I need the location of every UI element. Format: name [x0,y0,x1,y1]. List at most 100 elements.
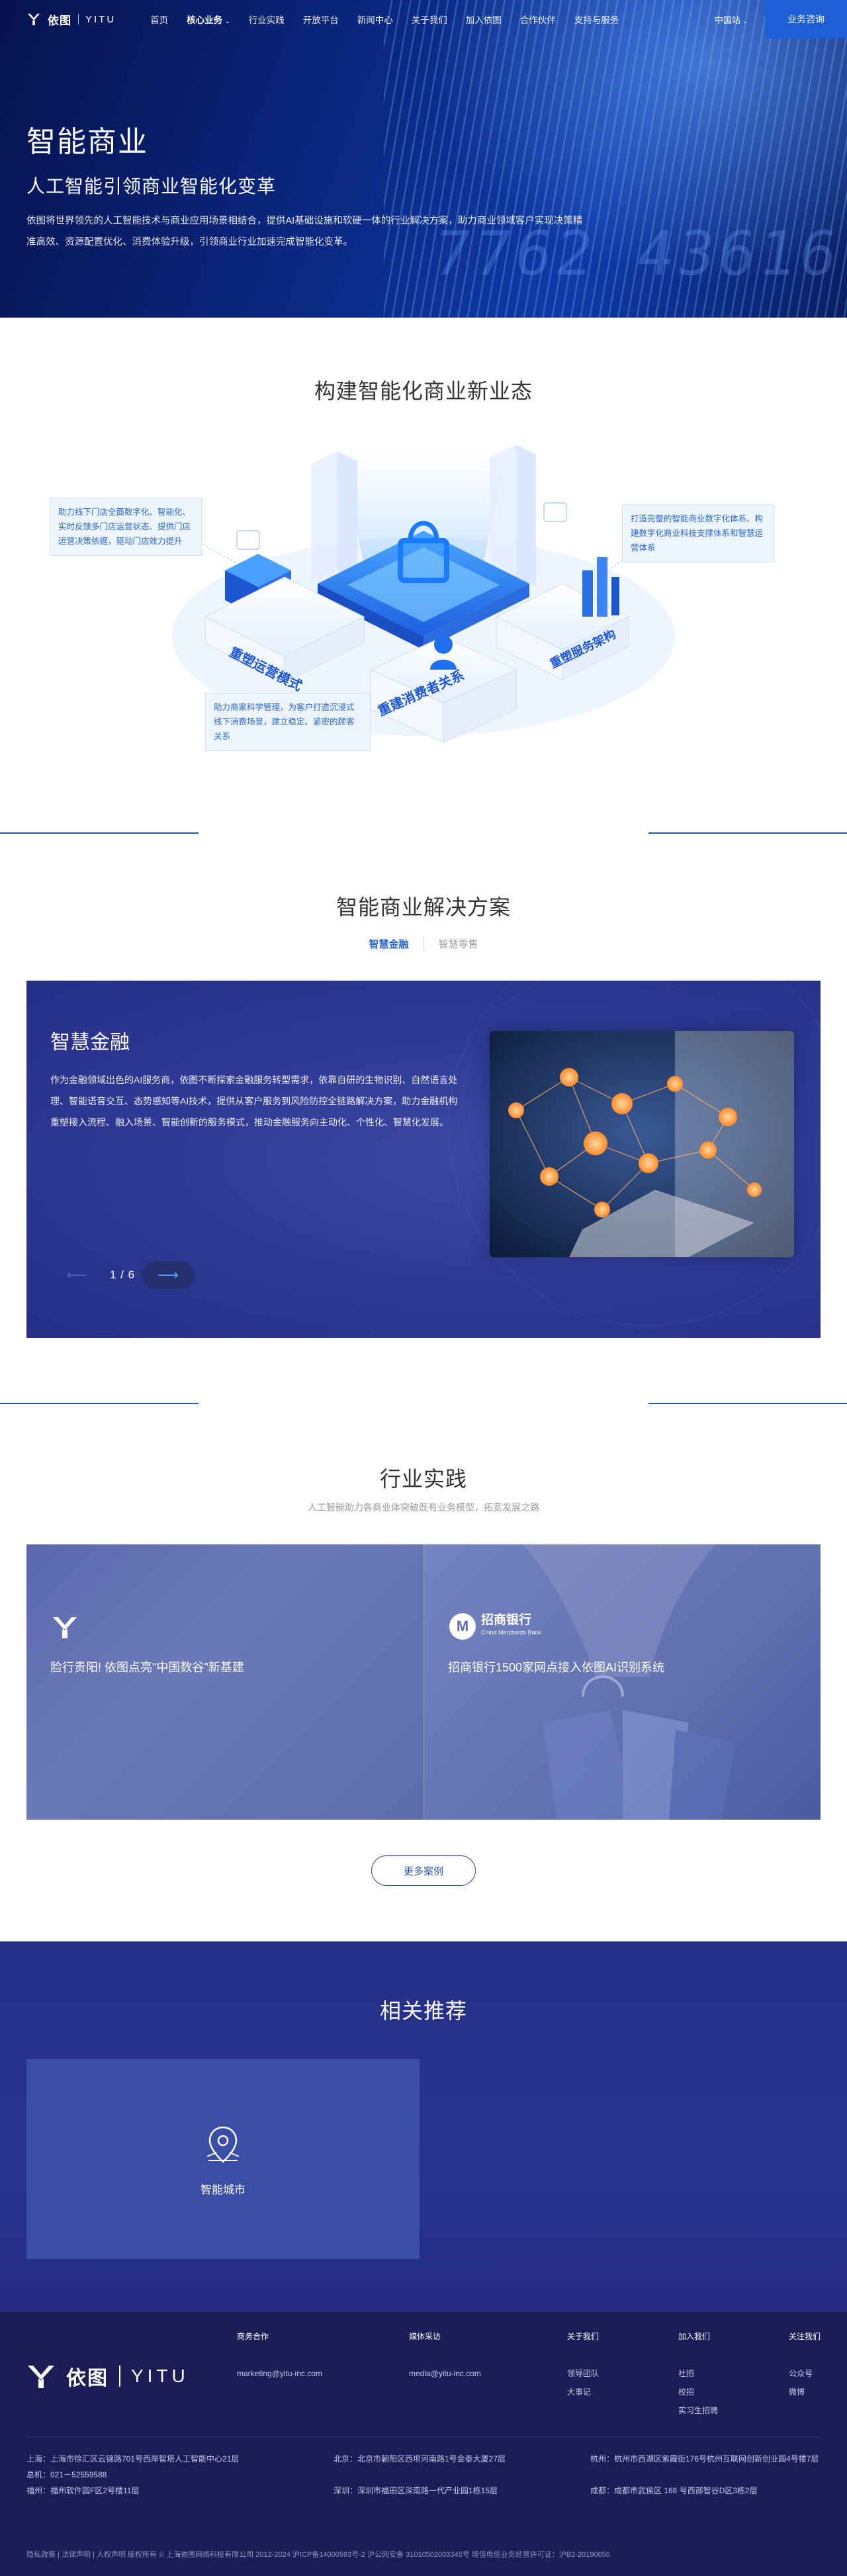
logo-en: YITU [85,13,116,25]
footer-link-internship[interactable]: 实习生招聘 [678,2401,718,2420]
footer-col-heading: 关于我们 [567,2332,600,2341]
cmb-logo-icon: M [449,1613,476,1640]
nav-item-core-business[interactable]: 核心业务 ⌄ [177,13,240,26]
callout-consumer-relations: 助力商家科学管理，为客户打造沉浸式线下消费场景，建立稳定、紧密的顾客关系 [205,693,371,751]
page-indicator: 1 / 6 [110,1268,136,1281]
prev-arrow-icon[interactable]: ⟵ [50,1261,103,1289]
case-card-guiyang[interactable]: 脸行贵阳! 依图点亮"中国数谷"新基建 [26,1544,424,1820]
address-block-left: 上海：上海市徐汇区云锦路701号西岸智塔人工智能中心21层 总机：021－525… [26,2451,239,2499]
footer-divider [26,2436,821,2437]
footer-link-milestones[interactable]: 大事记 [567,2383,599,2401]
callout-store-digitization: 助力线下门店全面数字化、智能化、实时反馈多门店运营状态、提供门店运营决策依据，驱… [50,498,202,556]
nav-item-open-platform[interactable]: 开放平台 [294,13,348,26]
section-title: 相关推荐 [379,1999,467,2023]
footer-col-media: 媒体采访 media@yitu-inc.com [409,2331,481,2383]
footer-logo-en: YITU [131,2366,189,2386]
yitu-logo-icon [27,13,40,26]
nav-item-label: 核心业务 [187,15,223,25]
footer-link-wechat[interactable]: 公众号 [789,2364,821,2383]
cmb-logo-cn: 招商银行 [481,1613,532,1627]
section-title: 智能商业解决方案 [335,895,511,919]
business-email-link[interactable]: marketing@yitu-inc.com [237,2364,322,2383]
solution-card: 智慧金融 作为金融领域出色的AI服务商，依图不断探索金融服务转型需求，依靠自研的… [26,981,821,1338]
isometric-city-graphic: 重塑运营模式 重建消费者关系 重塑服务架构 [172,445,675,743]
case-card-cmb[interactable]: M 招商银行 China Merchants Bank 招商银行1500家网点接… [424,1544,821,1820]
footer-link-leadership[interactable]: 领导团队 [567,2364,599,2383]
shopping-bags-photo [523,1544,735,1820]
nav-item-industry[interactable]: 行业实践 [240,13,294,26]
address-shenzhen: 深圳：深圳市福田区深南路一代产业园1栋15层 [334,2486,498,2495]
hero-title: 智能商业 [26,126,148,158]
footer-logo-separator [119,2366,120,2387]
logo-separator [78,14,79,24]
address-hangzhou: 杭州：杭州市西湖区紫霞街176号杭州互联网创新创业园4号楼7层 [590,2454,819,2464]
media-email-link[interactable]: media@yitu-inc.com [409,2364,481,2383]
recommendations-section: 相关推荐 智能城市 [0,1941,847,2312]
hero-description: 依图将世界领先的人工智能技术与商业应用场景相结合，提供AI基础设施和软硬一体的行… [26,216,583,247]
nav-item-about[interactable]: 关于我们 [402,13,457,26]
footer: 依图 YITU 商务合作 marketing@yitu-inc.com 媒体采访… [0,2312,847,2576]
recommend-card-smart-city[interactable]: 智能城市 [26,2059,420,2259]
recommend-card-label: 智能城市 [201,2183,245,2196]
footer-col-heading: 关注我们 [789,2332,821,2341]
more-cases-button[interactable]: 更多案例 [371,1855,476,1886]
footer-col-heading: 媒体采访 [409,2332,441,2341]
nav-item-news[interactable]: 新闻中心 [348,13,402,26]
map-pin-icon [206,2126,240,2163]
address-beijing: 北京：北京市朝阳区西坝河南路1号金泰大厦27层 [334,2454,506,2464]
case-title: 招商银行1500家网点接入依图AI识别系统 [448,1661,665,1674]
yitu-logo-icon [28,2366,54,2388]
carousel-pager: ⟵ 1 / 6 ⟶ [50,1261,195,1289]
footer-col-about: 关于我们 领导团队 大事记 [567,2331,599,2401]
callout-business-system: 打造完整的智能商业数字化体系、构建数字化商业科技支撑体系和智慧运营体系 [622,504,774,562]
footer-link-social-hiring[interactable]: 社招 [678,2364,718,2383]
tab-smart-retail[interactable]: 智慧零售 [424,937,493,951]
section-title: 构建智能化商业新业态 [314,379,533,403]
nav-item-support[interactable]: 支持与服务 [565,13,629,26]
network-people-image [490,1031,794,1257]
nav-item-partners[interactable]: 合作伙伴 [511,13,565,26]
cmb-logo-en: China Merchants Bank [481,1629,542,1636]
footer-link-weibo[interactable]: 微博 [789,2383,821,2401]
region-selector[interactable]: 中国站 ⌄ [715,13,748,26]
footer-col-heading: 加入我们 [678,2332,711,2341]
chevron-down-icon: ⌄ [742,17,748,24]
nav-menu: 首页 核心业务 ⌄ 行业实践 开放平台 新闻中心 关于我们 加入依图 合作伙伴 支… [141,13,628,26]
isometric-illustration: 重塑运营模式 重建消费者关系 重塑服务架构 助力线下门店全面数字化、智能化、实时… [26,418,821,828]
top-nav: 依图 YITU 首页 核心业务 ⌄ 行业实践 开放平台 新闻中心 关于我们 加入依… [0,0,847,38]
business-ecosystem-section: 构建智能化商业新业态 重塑运营模式 重建消费者关系 重塑服务架构 助力线下门店全… [0,318,847,834]
logo-cn: 依图 [48,14,71,27]
address-fuzhou: 福州：福州软件园F区2号楼11层 [26,2486,140,2495]
chevron-down-icon: ⌄ [225,18,230,24]
hero-banner: 7762 43616 智能商业 人工智能引领商业智能化变革 依图将世界领先的人工… [0,0,847,318]
footer-logo-cn: 依图 [66,2368,109,2389]
business-consult-button[interactable]: 业务咨询 [765,0,847,38]
address-block-mid: 北京：北京市朝阳区西坝河南路1号金泰大厦27层 深圳：深圳市福田区深南路一代产业… [334,2451,506,2499]
nav-item-home[interactable]: 首页 [141,13,177,26]
industry-practice-section: 行业实践 人工智能助力各商业体突破既有业务模型，拓宽发展之路 脸行贵阳! 依图点… [0,1404,847,1941]
tab-smart-finance[interactable]: 智慧金融 [354,937,424,951]
region-label: 中国站 [714,15,740,25]
footer-logo[interactable]: 依图 YITU [26,2362,189,2391]
solutions-section: 智能商业解决方案 智慧金融 智慧零售 智慧金融 作为金融领域出色的AI服务商，依… [0,834,847,1404]
footer-legal: 隐私政策 | 法律声明 | 人权声明 版权所有 © 上海依图网络科技有限公司 2… [26,2551,610,2559]
yitu-logo-icon [53,1617,77,1638]
phone-main: 总机：021－52559588 [26,2470,107,2479]
footer-col-business: 商务合作 marketing@yitu-inc.com [237,2331,322,2383]
solution-title: 智慧金融 [50,1032,130,1053]
footer-col-follow: 关注我们 公众号 微博 [789,2331,821,2401]
case-list: 脸行贵阳! 依图点亮"中国数谷"新基建 M 招商银行 China Merchan… [26,1544,821,1820]
next-arrow-icon[interactable]: ⟶ [142,1261,195,1289]
case-title: 脸行贵阳! 依图点亮"中国数谷"新基建 [50,1661,244,1674]
section-title: 行业实践 [379,1467,467,1491]
footer-link-campus-hiring[interactable]: 校招 [678,2383,718,2401]
section-subtitle: 人工智能助力各商业体突破既有业务模型，拓宽发展之路 [308,1502,539,1513]
address-chengdu: 成都：成都市武侯区 166 号西部智谷D区3栋2层 [590,2486,758,2495]
solution-tabs: 智慧金融 智慧零售 [0,937,847,951]
footer-col-join: 加入我们 社招 校招 实习生招聘 [678,2331,718,2420]
nav-item-join[interactable]: 加入依图 [457,13,511,26]
logo[interactable]: 依图 YITU [26,11,116,28]
solution-image [490,1031,794,1257]
cmb-logo: M 招商银行 China Merchants Bank [449,1613,541,1640]
footer-col-heading: 商务合作 [237,2332,269,2341]
